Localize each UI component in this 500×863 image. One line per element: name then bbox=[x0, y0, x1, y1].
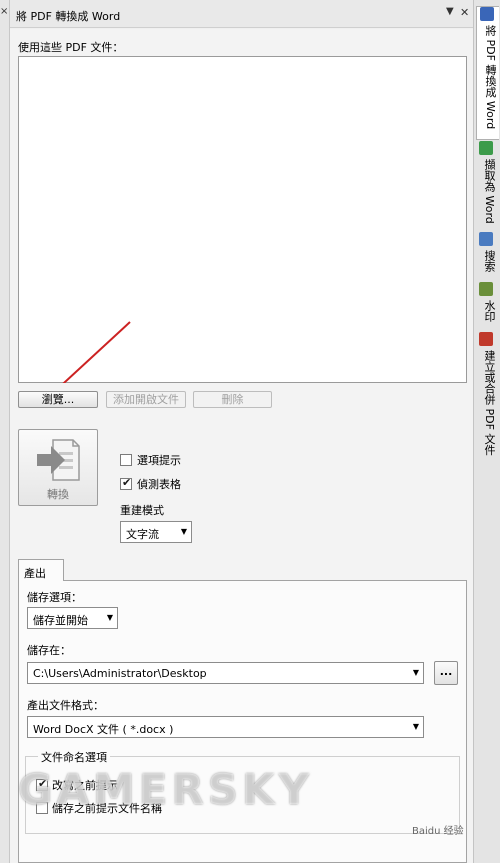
browse-button[interactable]: 瀏覽... bbox=[18, 391, 98, 408]
sidebar-tab-label: 擷取為 Word bbox=[483, 159, 496, 224]
save-option-value: 儲存並開始 bbox=[33, 614, 88, 627]
sidebar-tab-label: 水印 bbox=[483, 300, 496, 322]
pdf-word-icon bbox=[480, 7, 494, 21]
rebuild-mode-select[interactable]: 文字流 ▼ bbox=[120, 521, 192, 543]
save-option-label: 儲存選項： bbox=[27, 591, 82, 604]
save-location-label: 儲存在： bbox=[27, 644, 71, 657]
convert-button[interactable]: 轉換 bbox=[18, 429, 98, 506]
sidebar-tab-search[interactable]: 搜索 bbox=[476, 232, 498, 279]
capture-icon bbox=[479, 141, 493, 155]
chevron-down-icon: ▼ bbox=[106, 613, 113, 622]
pdf-files-label: 使用這些 PDF 文件： bbox=[18, 41, 124, 54]
convert-button-label: 轉換 bbox=[47, 488, 69, 501]
check-icon: ✔ bbox=[122, 476, 132, 489]
delete-button[interactable]: 刪除 bbox=[193, 391, 272, 408]
rebuild-mode-value: 文字流 bbox=[126, 528, 159, 541]
panel-close-icon[interactable]: ✕ bbox=[460, 6, 469, 19]
browse-folder-button[interactable]: ... bbox=[434, 661, 458, 685]
output-format-value: Word DocX 文件 ( *.docx ) bbox=[33, 723, 174, 736]
page-hint-label: 選項提示 bbox=[137, 454, 181, 467]
watermark-text: GAMERSKY bbox=[18, 765, 314, 814]
chevron-down-icon: ▼ bbox=[180, 527, 187, 536]
detect-table-label: 偵測表格 bbox=[137, 478, 181, 491]
save-location-select[interactable]: C:\Users\Administrator\Desktop ▼ bbox=[27, 662, 424, 684]
right-sidebar: 將 PDF 轉換成 Word 擷取為 Word 搜索 水印 建立或合併 PDF … bbox=[473, 0, 500, 863]
sidebar-tab-label: 將 PDF 轉換成 Word bbox=[484, 25, 497, 130]
sidebar-tab-convert-to-word[interactable]: 將 PDF 轉換成 Word bbox=[476, 6, 499, 140]
output-tab-panel: 儲存選項： 儲存並開始 ▼ 儲存在： C:\Users\Administrato… bbox=[18, 580, 467, 863]
sidebar-tab-label: 搜索 bbox=[483, 250, 496, 272]
add-open-files-button[interactable]: 添加開啟文件 bbox=[106, 391, 186, 408]
sidebar-tab-capture-word[interactable]: 擷取為 Word bbox=[476, 141, 498, 229]
panel-menu-icon[interactable]: ▼ bbox=[446, 6, 454, 17]
page-hint-checkbox[interactable] bbox=[120, 454, 132, 466]
left-panel-strip: × bbox=[0, 0, 10, 863]
watermark-icon bbox=[479, 282, 493, 296]
tab-output-label: 產出 bbox=[24, 567, 46, 580]
detect-table-checkbox[interactable]: ✔ bbox=[120, 476, 132, 490]
convert-icon bbox=[37, 439, 80, 481]
create-pdf-icon bbox=[479, 332, 493, 346]
chevron-down-icon: ▼ bbox=[412, 668, 419, 677]
tab-output[interactable]: 產出 bbox=[18, 559, 64, 581]
search-icon bbox=[479, 232, 493, 246]
sidebar-tab-create-pdf[interactable]: 建立或合併 PDF 文件 bbox=[476, 332, 498, 460]
output-format-select[interactable]: Word DocX 文件 ( *.docx ) ▼ bbox=[27, 716, 424, 738]
panel-title: 將 PDF 轉換成 Word bbox=[16, 10, 121, 23]
pdf-file-list[interactable] bbox=[18, 56, 467, 383]
corner-watermark: Baidu 经验 bbox=[412, 826, 464, 837]
sidebar-tab-watermark[interactable]: 水印 bbox=[476, 282, 498, 329]
save-option-select[interactable]: 儲存並開始 ▼ bbox=[27, 607, 118, 629]
panel-title-bar: 將 PDF 轉換成 Word ▼ ✕ bbox=[10, 0, 473, 28]
file-naming-title: 文件命名選項 bbox=[38, 749, 110, 765]
output-format-label: 產出文件格式： bbox=[27, 699, 104, 712]
convert-panel: 使用這些 PDF 文件： 瀏覽... 添加開啟文件 刪除 轉換 選項提示 ✔ 偵… bbox=[10, 29, 473, 863]
save-location-value: C:\Users\Administrator\Desktop bbox=[33, 667, 207, 680]
chevron-down-icon: ▼ bbox=[412, 722, 419, 731]
sidebar-tab-label: 建立或合併 PDF 文件 bbox=[483, 350, 496, 456]
close-icon[interactable]: × bbox=[0, 6, 8, 17]
rebuild-mode-label: 重建模式 bbox=[120, 504, 164, 517]
